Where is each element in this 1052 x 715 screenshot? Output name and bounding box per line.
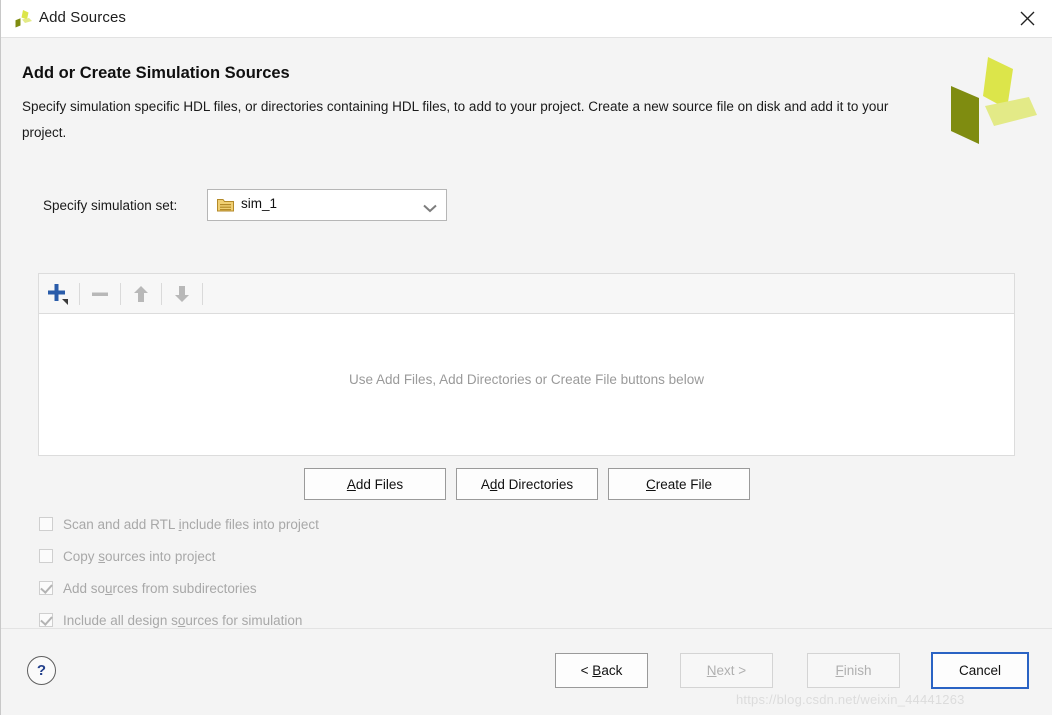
next-mnemonic: N bbox=[706, 663, 717, 678]
add-directories-prefix: A bbox=[480, 476, 490, 492]
add-files-button[interactable]: Add Files bbox=[304, 468, 446, 500]
cancel-button[interactable]: Cancel bbox=[931, 652, 1029, 689]
watermark: https://blog.csdn.net/weixin_44441263 bbox=[736, 692, 965, 707]
checkbox-add-subdirectories: Add sources from subdirectories bbox=[39, 577, 257, 599]
cancel-label: Cancel bbox=[958, 663, 1002, 678]
checkbox-box bbox=[39, 549, 53, 563]
add-files-label: dd Files bbox=[355, 476, 404, 492]
simulation-set-value: sim_1 bbox=[241, 196, 278, 211]
source-list-panel: Use Add Files, Add Directories or Create… bbox=[38, 273, 1015, 456]
finish-mnemonic: F bbox=[835, 663, 844, 678]
checkbox-box bbox=[39, 613, 53, 627]
checkbox-copy-sources-prefix: Copy bbox=[63, 548, 99, 564]
checkbox-add-subdirectories-mnemonic: u bbox=[105, 580, 113, 596]
title-bar: Add Sources bbox=[1, 0, 1052, 38]
source-list-toolbar bbox=[39, 274, 1014, 314]
page-title: Add or Create Simulation Sources bbox=[22, 64, 290, 82]
finish-button: Finish bbox=[807, 653, 900, 688]
help-button[interactable]: ? bbox=[27, 656, 56, 685]
back-prefix: < bbox=[580, 663, 593, 678]
back-button[interactable]: < Back bbox=[555, 653, 648, 688]
next-button: Next > bbox=[680, 653, 773, 688]
checkbox-add-subdirectories-label: rces from subdirectories bbox=[112, 580, 257, 596]
xilinx-logo bbox=[941, 53, 1037, 151]
checkbox-include-design-sources-prefix: Include all design s bbox=[63, 612, 178, 628]
checkbox-box bbox=[39, 581, 53, 595]
close-icon[interactable] bbox=[1001, 0, 1052, 37]
window-title: Add Sources bbox=[39, 9, 126, 26]
simulation-set-select[interactable]: sim_1 bbox=[207, 189, 447, 221]
arrow-up-icon bbox=[121, 274, 161, 314]
xilinx-logo-icon bbox=[12, 8, 34, 30]
checkbox-copy-sources: Copy sources into project bbox=[39, 545, 215, 567]
back-label: ack bbox=[601, 663, 623, 678]
next-label: ext > bbox=[716, 663, 747, 678]
checkbox-scan-rtl-include-label: nclude files into project bbox=[181, 516, 319, 532]
checkbox-copy-sources-label: ources into project bbox=[105, 548, 216, 564]
back-mnemonic: B bbox=[592, 663, 602, 678]
plus-icon[interactable] bbox=[39, 274, 79, 314]
dialog-content: Add or Create Simulation Sources Specify… bbox=[1, 38, 1052, 628]
add-directories-button[interactable]: Add Directories bbox=[456, 468, 598, 500]
minus-icon bbox=[80, 274, 120, 314]
checkbox-box bbox=[39, 517, 53, 531]
checkbox-add-subdirectories-prefix: Add so bbox=[63, 580, 106, 596]
source-list-empty-text: Use Add Files, Add Directories or Create… bbox=[349, 372, 704, 387]
toolbar-separator bbox=[202, 282, 203, 305]
create-file-button[interactable]: Create File bbox=[608, 468, 750, 500]
checkbox-scan-rtl-include: Scan and add RTL include files into proj… bbox=[39, 513, 319, 535]
create-file-mnemonic: C bbox=[645, 476, 656, 492]
checkbox-scan-rtl-include-prefix: Scan and add RTL bbox=[63, 516, 179, 532]
add-directories-label: d Directories bbox=[497, 476, 574, 492]
checkbox-include-design-sources-label: urces for simulation bbox=[185, 612, 303, 628]
add-files-mnemonic: A bbox=[346, 476, 356, 492]
page-description: Specify simulation specific HDL files, o… bbox=[22, 99, 889, 140]
arrow-down-icon bbox=[162, 274, 202, 314]
simulation-set-label: Specify simulation set: bbox=[43, 198, 178, 213]
create-file-label: reate File bbox=[655, 476, 713, 492]
folder-icon bbox=[217, 197, 234, 212]
chevron-down-icon bbox=[423, 200, 437, 218]
add-sources-dialog: Add Sources Add or Create Simulation Sou… bbox=[0, 0, 1052, 715]
finish-label: inish bbox=[843, 663, 872, 678]
